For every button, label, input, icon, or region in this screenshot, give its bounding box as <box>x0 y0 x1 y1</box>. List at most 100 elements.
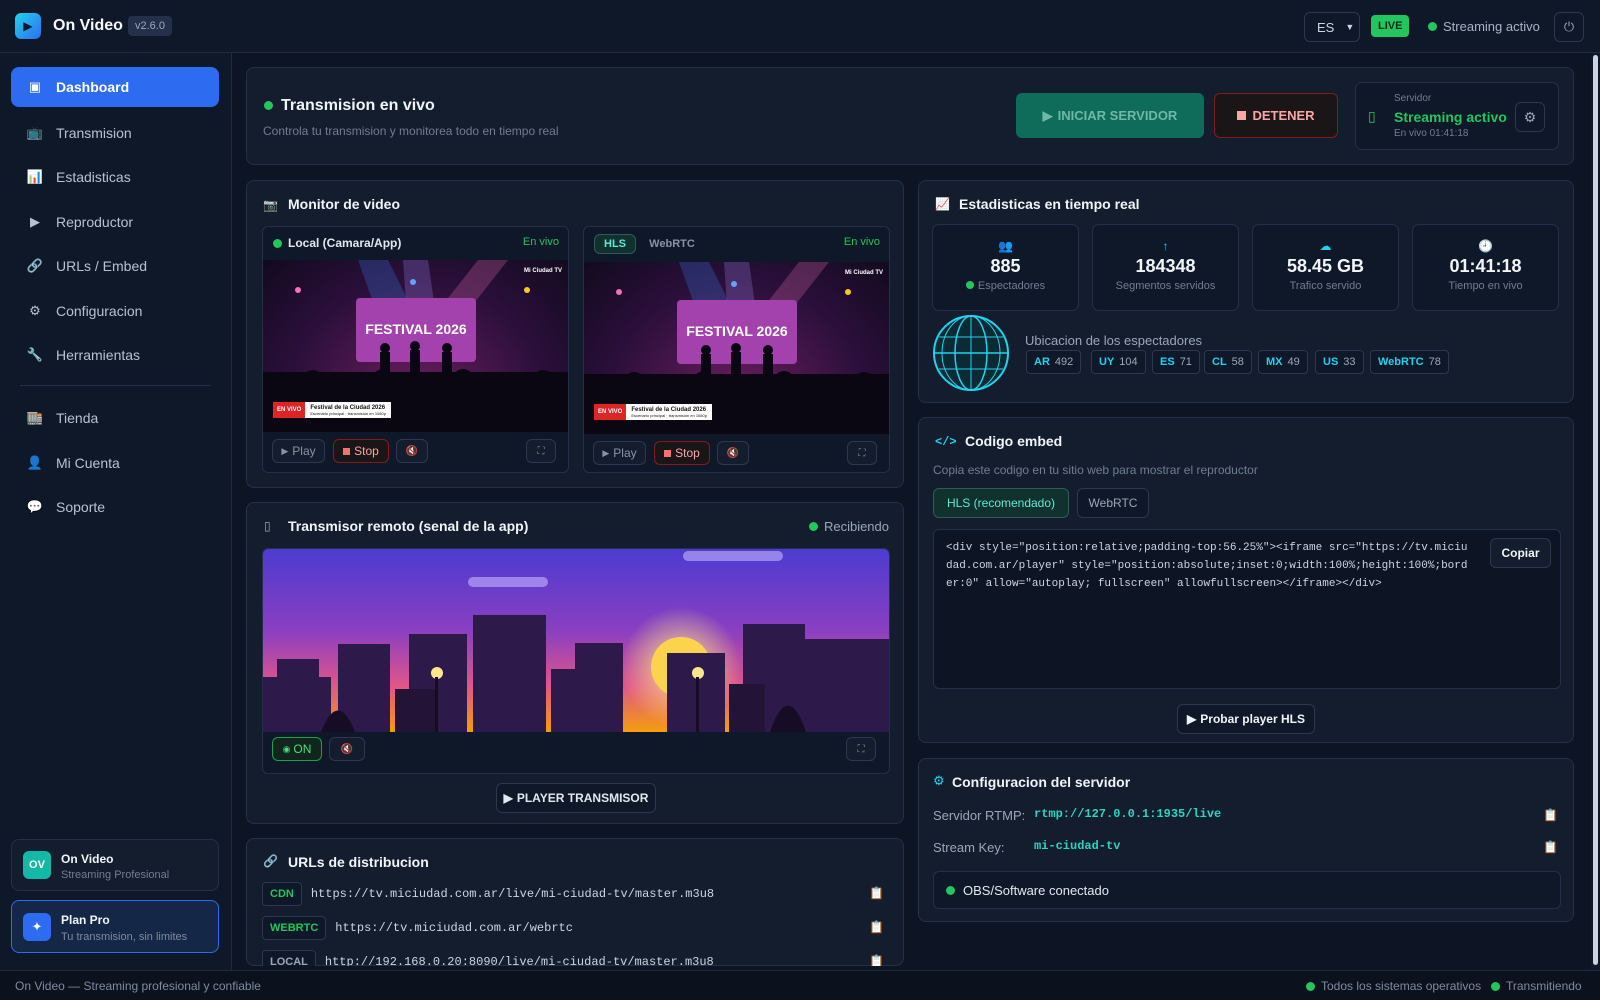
stat-traffic: ☁ 58.45 GB Trafico servido <box>1252 224 1399 311</box>
server-status-panel: ▯ Servidor Streaming activo En vivo 01:4… <box>1355 82 1559 150</box>
fullscreen-icon: ⛶ <box>858 447 866 459</box>
sidebar-item-tienda[interactable]: 🏬 Tienda <box>11 398 219 438</box>
copy-button[interactable]: Copiar <box>1490 538 1551 568</box>
transmitter-mute-button[interactable]: 🔇 <box>329 737 365 761</box>
sidebar-item-dashboard[interactable]: ▣ Dashboard <box>11 67 219 107</box>
cloud-icon: ☁ <box>1319 239 1332 253</box>
transmitter-fullscreen-button[interactable]: ⛶ <box>846 737 876 761</box>
location-chip-es: ES 71 <box>1152 350 1200 374</box>
url-row-webrtc: WEBRTC https://tv.miciudad.com.ar/webrtc <box>262 915 573 941</box>
server-settings-button[interactable]: ⚙ <box>1515 102 1545 132</box>
location-code: WebRTC <box>1378 356 1424 368</box>
sidebar-item-reproductor[interactable]: ▶ Reproductor <box>11 202 219 242</box>
language-select[interactable]: ES ▼ <box>1304 12 1360 42</box>
scrollbar-thumb[interactable] <box>1593 55 1598 965</box>
stream-key-value[interactable]: mi-ciudad-tv <box>1034 839 1120 853</box>
location-chip-us: US 33 <box>1315 350 1364 374</box>
play-icon: ▶ <box>281 445 289 456</box>
local-stop-button[interactable]: Stop <box>333 439 389 463</box>
local-player-label: Local (Camara/App) <box>288 236 402 250</box>
tab-webrtc-label: WebRTC <box>649 238 695 250</box>
sidebar-item-soporte[interactable]: 💬 Soporte <box>11 487 219 527</box>
link-icon: 🔗 <box>26 258 44 273</box>
local-mute-button[interactable]: 🔇 <box>396 439 428 463</box>
location-code: US <box>1323 356 1339 368</box>
copy-icon[interactable]: 📋 <box>1543 840 1558 854</box>
status-dot-icon <box>1306 981 1315 991</box>
obs-status-label: OBS/Software conectado <box>963 882 1109 898</box>
local-fullscreen-button[interactable]: ⛶ <box>526 439 556 463</box>
page-title: Transmision en vivo <box>281 97 435 114</box>
plan-card[interactable]: ✦ Plan Pro Tu transmision, sin limites <box>11 900 219 953</box>
scrollbar[interactable] <box>1591 53 1600 970</box>
remote-transmitter-card: ▯ Transmisor remoto (senal de la app) Re… <box>246 502 904 824</box>
chart-line-icon: 📈 <box>935 197 950 211</box>
sidebar-item-transmision[interactable]: 📺 Transmision <box>11 113 219 153</box>
arrow-up-icon: ↑ <box>1162 239 1169 253</box>
clock-icon: 🕘 <box>1478 239 1493 253</box>
stat-viewers: 👥 885 Espectadores <box>932 224 1079 311</box>
play-label: Play <box>613 446 637 460</box>
copy-icon[interactable]: 📋 <box>869 954 884 966</box>
remote-mute-button[interactable]: 🔇 <box>717 441 749 465</box>
tab-embed-webrtc[interactable]: WebRTC <box>1077 488 1149 518</box>
sidebar-item-mi-cuenta[interactable]: 👤 Mi Cuenta <box>11 443 219 483</box>
wrench-icon: 🔧 <box>26 347 44 362</box>
test-player-button[interactable]: ▶ Probar player HLS <box>1177 704 1315 734</box>
url-value[interactable]: https://tv.miciudad.com.ar/live/mi-ciuda… <box>311 887 714 901</box>
local-play-button[interactable]: ▶ Play <box>272 439 325 463</box>
live-overlay: EN VIVO Festival de la Ciudad 2026 Escen… <box>594 404 712 420</box>
phone-icon: ▯ <box>264 519 271 533</box>
stat-uptime: 🕘 01:41:18 Tiempo en vivo <box>1412 224 1559 311</box>
sidebar-item-urls[interactable]: 🔗 URLs / Embed <box>11 246 219 286</box>
status-dot-icon <box>808 522 818 531</box>
player-transmisor-button[interactable]: ▶ PLAYER TRANSMISOR <box>496 783 656 813</box>
copy-icon[interactable]: 📋 <box>1543 808 1558 822</box>
sidebar-item-herramientas[interactable]: 🔧 Herramientas <box>11 335 219 375</box>
dashboard-icon: ▣ <box>28 79 42 94</box>
brand-card[interactable]: OV On Video Streaming Profesional <box>11 839 219 891</box>
tab-hls-label: HLS <box>604 238 626 250</box>
location-chip-webrtc: WebRTC 78 <box>1370 350 1449 374</box>
copy-icon[interactable]: 📋 <box>869 920 884 934</box>
live-overlay: EN VIVO Festival de la Ciudad 2026 Escen… <box>273 402 391 418</box>
transmitter-status-label: Recibiendo <box>823 519 889 534</box>
thumbnail-headline: FESTIVAL 2026 <box>365 321 467 337</box>
app-logo-icon: ▶ <box>15 13 41 39</box>
streaming-status-label: Streaming activo <box>1443 19 1540 34</box>
url-value[interactable]: https://tv.miciudad.com.ar/webrtc <box>335 921 573 935</box>
embed-subtitle: Copia este codigo en tu sitio web para m… <box>933 463 1258 477</box>
transmitter-on-toggle[interactable]: ◉ ON <box>272 737 322 761</box>
rtmp-value[interactable]: rtmp://127.0.0.1:1935/live <box>1034 807 1221 821</box>
stat-value: 01:41:18 <box>1449 256 1522 276</box>
brand-card-subtitle: Streaming Profesional <box>61 869 170 881</box>
header-card: Transmision en vivo Controla tu transmis… <box>246 67 1574 165</box>
sidebar-item-estadisticas[interactable]: 📊 Estadisticas <box>11 157 219 197</box>
city-sunset-image[interactable] <box>263 549 890 732</box>
tab-webrtc[interactable]: WebRTC <box>644 234 700 254</box>
url-row-local: LOCAL http://192.168.0.20:8090/live/mi-c… <box>262 949 714 966</box>
local-video-frame[interactable]: FESTIVAL 2026 Mi Ciudad TV EN VIVO Festi… <box>263 260 568 432</box>
remote-stop-button[interactable]: Stop <box>654 441 710 465</box>
remote-video-frame[interactable]: FESTIVAL 2026 Mi Ciudad TV EN VIVO Festi… <box>584 262 889 434</box>
remote-player-status: En vivo <box>843 236 880 248</box>
url-value[interactable]: http://192.168.0.20:8090/live/mi-ciudad-… <box>325 955 714 966</box>
tab-embed-hls[interactable]: HLS (recomendado) <box>933 488 1069 518</box>
copy-icon[interactable]: 📋 <box>869 886 884 900</box>
tab-hls[interactable]: HLS <box>594 234 636 254</box>
sidebar-item-configuracion[interactable]: ⚙ Configuracion <box>11 291 219 331</box>
top-bar: ▶ On Video v2.6.0 ES ▼ LIVE Streaming ac… <box>0 0 1600 53</box>
stat-value: 184348 <box>1135 256 1196 276</box>
monitor-title: Monitor de video <box>288 196 400 212</box>
embed-code-box[interactable]: <div style="position:relative;padding-to… <box>933 529 1561 689</box>
stop-icon <box>664 449 672 457</box>
stop-button[interactable]: DETENER <box>1214 93 1338 138</box>
phone-icon: ▯ <box>1368 108 1376 124</box>
start-server-button[interactable]: ▶ INICIAR SERVIDOR <box>1016 93 1204 138</box>
remote-fullscreen-button[interactable]: ⛶ <box>847 441 877 465</box>
server-status: Streaming activo <box>1394 109 1507 125</box>
copy-label: Copiar <box>1501 546 1540 560</box>
play-icon: ▶ <box>1042 107 1053 123</box>
remote-play-button[interactable]: ▶ Play <box>593 441 646 465</box>
power-button[interactable]: ⏻ <box>1554 12 1584 42</box>
